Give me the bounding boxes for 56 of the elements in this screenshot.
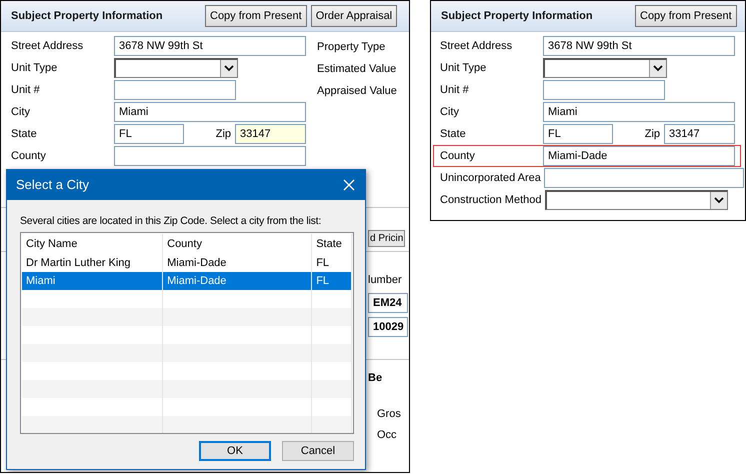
panel-title: Subject Property Information [441, 8, 594, 24]
input-field[interactable]: 33147 [664, 124, 735, 144]
field-label: Appraised Value [317, 84, 397, 99]
field-label: Unit Type [11, 60, 58, 76]
field-label: City [11, 104, 31, 120]
background-button[interactable]: d Pricin [368, 230, 406, 247]
field-label: Unit Type [440, 60, 488, 76]
input-field[interactable]: EM24 [368, 292, 408, 312]
input-field[interactable]: Miami-Dade [543, 146, 735, 166]
input-field[interactable]: FL [114, 124, 184, 144]
input-field[interactable]: Miami [543, 102, 735, 122]
header-button[interactable]: Order Appraisal [310, 5, 398, 27]
input-field[interactable]: 33147 [235, 124, 306, 144]
field-label: Construction Method [440, 192, 542, 208]
field-label: Street Address [440, 38, 514, 54]
dropdown-field[interactable] [543, 58, 667, 78]
input-field[interactable]: FL [543, 124, 613, 144]
field-label: State [440, 126, 467, 142]
section-heading: Be [368, 370, 382, 386]
dropdown-field[interactable] [544, 190, 728, 210]
field-label: Occ [377, 428, 398, 442]
field-label: Gros [377, 407, 401, 422]
dropdown-field[interactable] [114, 58, 238, 78]
field-label: Unincorporated Area [440, 170, 541, 186]
caret-icon [649, 60, 666, 77]
input-field[interactable]: 10029 [368, 316, 408, 336]
dialog-button[interactable]: OK [199, 440, 271, 461]
field-label: Estimated Value [317, 62, 397, 77]
field-label: Zip [214, 126, 232, 142]
field-label: County [11, 148, 47, 164]
field-label: Property Type [317, 40, 386, 55]
field-label: Street Address [11, 38, 84, 54]
input-field[interactable] [114, 146, 306, 166]
dialog-message: Several cities are located in this Zip Code. Select a city from the list: [20, 214, 322, 229]
input-field[interactable] [543, 80, 665, 100]
field-label: State [11, 126, 38, 142]
header-button[interactable]: Copy from Present [205, 5, 307, 27]
dialog-title: Select a City [16, 176, 89, 194]
input-field[interactable] [544, 168, 744, 188]
field-label: Unit # [11, 82, 41, 98]
input-field[interactable] [114, 80, 236, 100]
header-button[interactable]: Copy from Present [635, 5, 737, 27]
field-label: Unit # [440, 82, 470, 98]
caret-icon [220, 60, 237, 77]
input-field[interactable]: 3678 NW 99th St [543, 36, 735, 56]
caret-icon [710, 192, 726, 209]
dialog-button[interactable]: Cancel [282, 440, 354, 461]
field-label: City [440, 104, 460, 120]
field-label: County [440, 148, 476, 164]
list-row[interactable]: Miami Miami-Dade FL [22, 272, 352, 290]
field-label: Zip [644, 126, 661, 142]
close-icon[interactable] [343, 179, 355, 191]
input-field[interactable]: 3678 NW 99th St [114, 36, 306, 56]
panel-title: Subject Property Information [11, 8, 164, 24]
input-field[interactable]: Miami [114, 102, 306, 122]
field-label: lumber [368, 273, 402, 288]
